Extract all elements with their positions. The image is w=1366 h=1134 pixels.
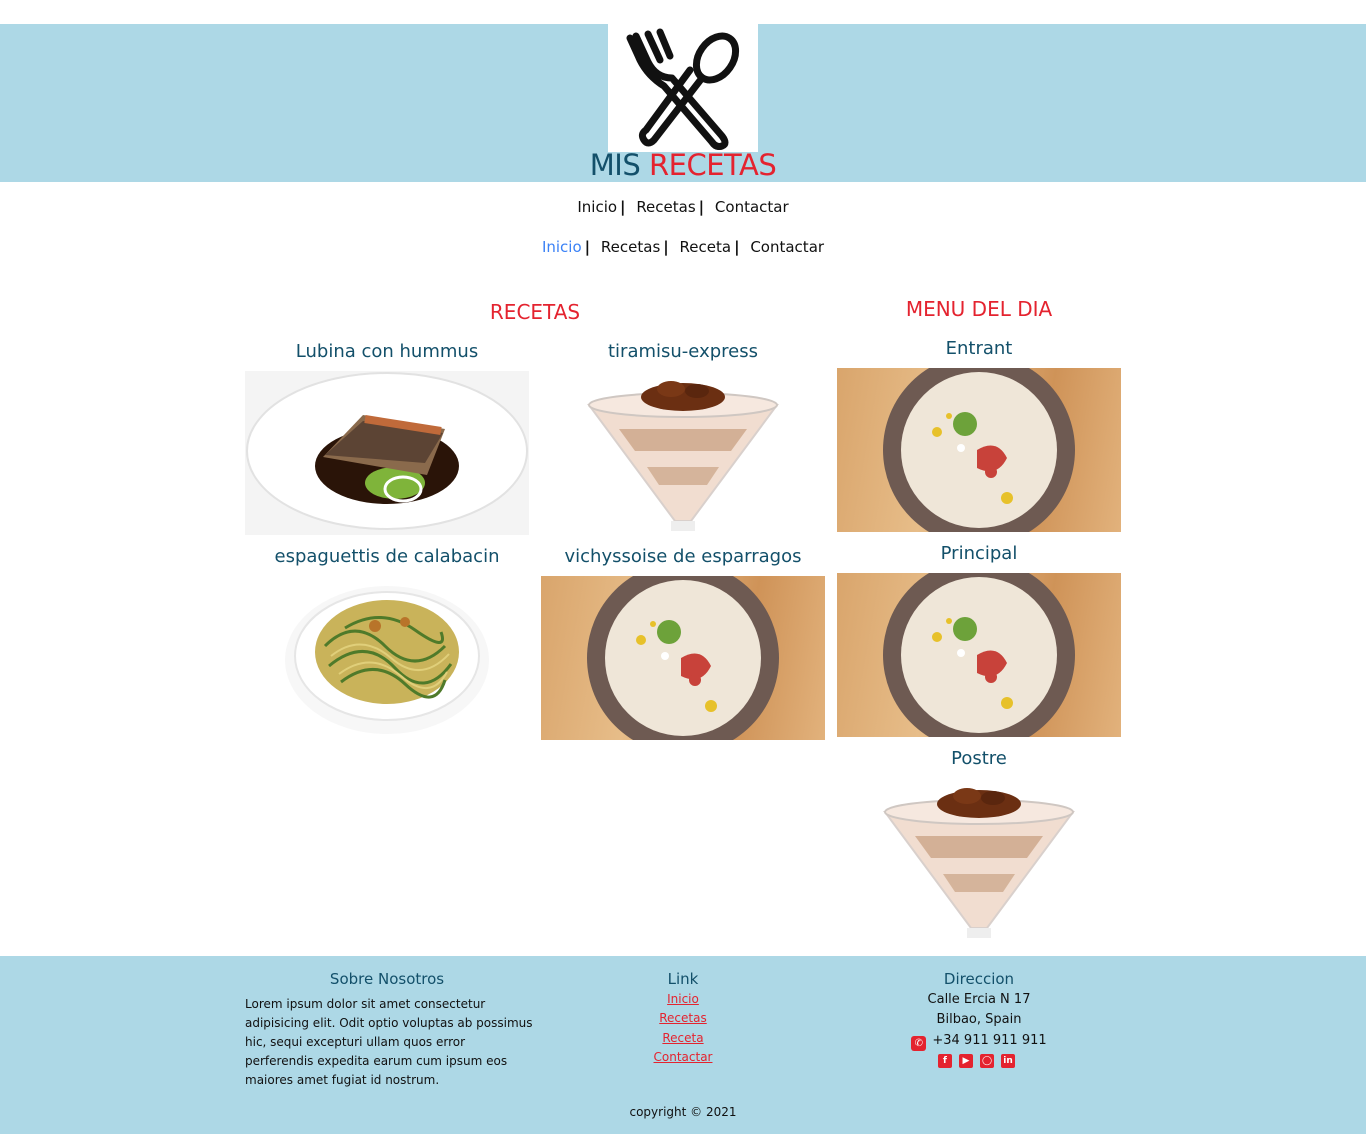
nav-link-recetas[interactable]: Recetas (636, 198, 695, 216)
entrant-image[interactable] (837, 368, 1121, 532)
social-links: f ▶ ◯ in (938, 1054, 1015, 1068)
recipe-title[interactable]: tiramisu-express (541, 341, 825, 362)
nav2-link-receta[interactable]: Receta (680, 238, 732, 256)
nav2-link-recetas[interactable]: Recetas (601, 238, 660, 256)
footer-about-title: Sobre Nosotros (329, 970, 445, 988)
nav-separator: | (584, 238, 591, 256)
principal-image[interactable] (837, 573, 1121, 737)
vichyssoise-image[interactable] (541, 576, 825, 740)
tiramisu-image[interactable] (541, 371, 825, 535)
footer-address-title: Direccion (943, 970, 1015, 988)
recipe-title[interactable]: Lubina con hummus (245, 341, 529, 362)
postre-image[interactable] (837, 778, 1121, 942)
linkedin-icon[interactable]: in (1001, 1054, 1015, 1068)
footer-link-contactar[interactable]: Contactar (583, 1050, 783, 1064)
nav-link-inicio[interactable]: Inicio (577, 198, 617, 216)
fork-spoon-icon (626, 28, 740, 150)
site-logo[interactable] (608, 24, 758, 152)
menu-item-title[interactable]: Entrant (837, 338, 1121, 359)
primary-nav: Inicio | Recetas | Contactar (0, 198, 1366, 216)
site-title-part2: RECETAS (648, 148, 777, 182)
site-title: MIS RECETAS (0, 148, 1366, 182)
phone-icon: ✆ (911, 1036, 927, 1051)
youtube-icon[interactable]: ▶ (959, 1054, 973, 1068)
footer-link-inicio[interactable]: Inicio (583, 992, 783, 1006)
footer-address-line2: Bilbao, Spain (936, 1012, 1022, 1027)
footer-link-recetas[interactable]: Recetas (583, 1011, 783, 1025)
phone-number: +34 911 911 911 (932, 1033, 1047, 1048)
menu-del-dia-heading: MENU DEL DIA (905, 297, 1053, 321)
instagram-icon[interactable]: ◯ (980, 1054, 994, 1068)
menu-item-title[interactable]: Postre (837, 748, 1121, 769)
facebook-icon[interactable]: f (938, 1054, 952, 1068)
nav-separator: | (734, 238, 740, 256)
recetas-heading: RECETAS (489, 300, 581, 324)
secondary-nav: Inicio | Recetas | Receta | Contactar (0, 238, 1366, 256)
nav2-link-contactar[interactable]: Contactar (750, 238, 824, 256)
nav-separator: | (620, 198, 626, 216)
footer-about-text: Lorem ipsum dolor sit amet consectetur a… (245, 997, 533, 1087)
nav-separator: | (698, 198, 705, 216)
nav-link-contactar[interactable]: Contactar (715, 198, 789, 216)
footer-links-title: Link (667, 970, 699, 988)
nav-separator: | (663, 238, 669, 256)
recipe-title[interactable]: espaguettis de calabacin (245, 546, 529, 567)
copyright: copyright © 2021 (629, 1105, 737, 1119)
recipe-title[interactable]: vichyssoise de esparragos (541, 546, 825, 567)
nav2-link-inicio[interactable]: Inicio (542, 238, 582, 256)
site-title-part1: MIS (589, 148, 641, 182)
footer-address-line1: Calle Ercia N 17 (927, 992, 1031, 1007)
zucchini-noodles-image[interactable] (245, 576, 529, 740)
fish-dish-image[interactable] (245, 371, 529, 535)
menu-item-title[interactable]: Principal (837, 543, 1121, 564)
footer-phone: ✆ +34 911 911 911 (879, 1033, 1079, 1051)
footer-link-receta[interactable]: Receta (583, 1031, 783, 1045)
